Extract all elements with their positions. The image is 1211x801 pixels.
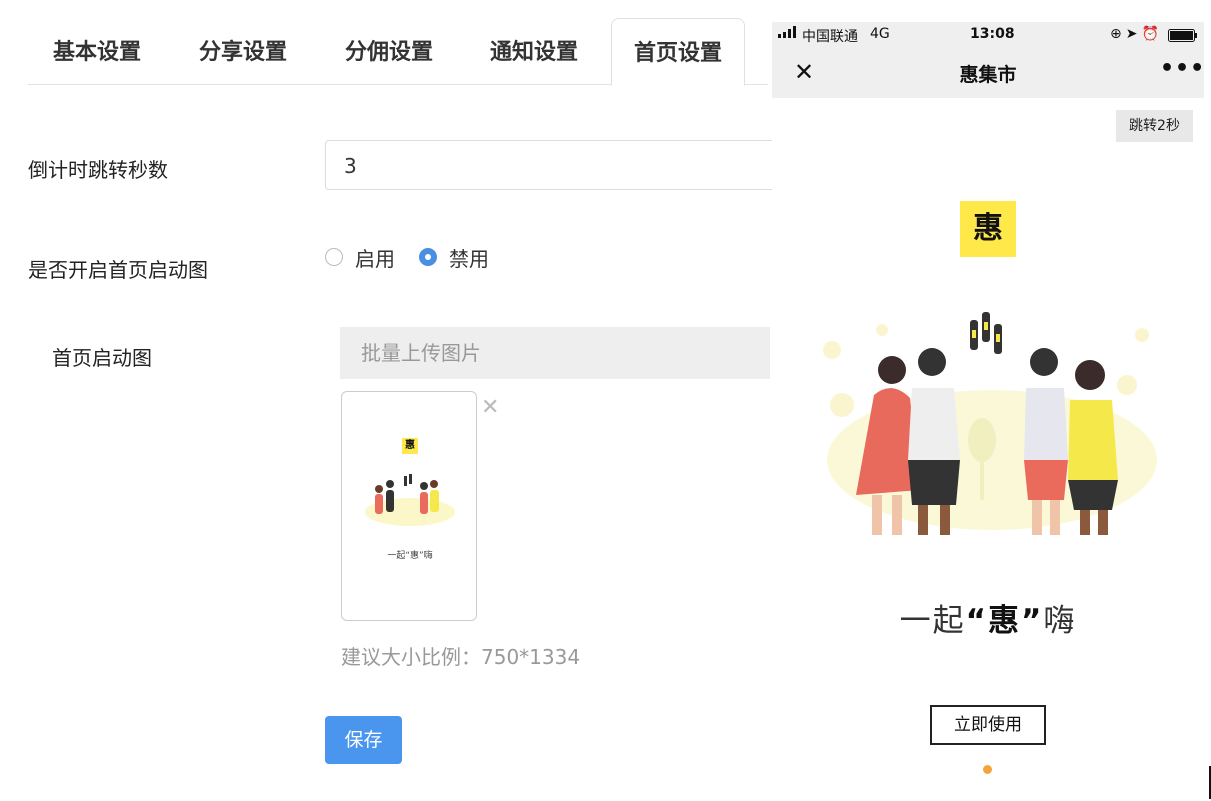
thumb-slogan: 一起“惠”嗨 <box>387 551 433 561</box>
radio-disable[interactable] <box>419 248 437 266</box>
status-icons: ⊕➤⏰ <box>1110 26 1163 42</box>
signal-icon <box>778 26 800 42</box>
tab-notify[interactable]: 通知设置 <box>490 18 578 84</box>
cheers-illustration <box>823 312 1157 535</box>
more-icon[interactable]: ••• <box>1160 56 1204 81</box>
countdown-input[interactable]: 3 <box>325 140 785 190</box>
image-label: 首页启动图 <box>52 346 152 370</box>
skip-countdown-button[interactable]: 跳转2秒 <box>1116 110 1193 142</box>
tab-homepage[interactable]: 首页设置 <box>611 18 746 86</box>
radio-disable-label[interactable]: 禁用 <box>449 243 489 272</box>
uploaded-image-thumbnail: 惠 一起“惠”嗨 <box>341 391 477 621</box>
clock-text: 13:08 <box>970 26 1015 42</box>
slogan-post: 嗨 <box>1043 603 1077 639</box>
radio-enable-label[interactable]: 启用 <box>355 243 395 272</box>
settings-tabs: 基本设置 分享设置 分佣设置 通知设置 首页设置 <box>28 18 768 86</box>
carrier-text: 中国联通 <box>802 29 858 45</box>
enable-label: 是否开启首页启动图 <box>28 258 208 282</box>
phone-preview: 中国联通 4G 13:08 ⊕➤⏰ ✕ 惠集市 ••• 跳转2秒 惠 一起“惠”… <box>772 22 1204 801</box>
slogan-pre: 一起 <box>899 603 966 639</box>
slogan: 一起“惠”嗨 <box>772 595 1204 640</box>
enable-radio-group: 启用 禁用 <box>325 242 513 272</box>
countdown-label: 倒计时跳转秒数 <box>28 158 168 182</box>
network-text: 4G <box>870 26 890 42</box>
thumb-illustration <box>365 474 455 526</box>
size-hint: 建议大小比例：750*1334 <box>341 645 581 669</box>
page-indicator-dot <box>983 765 992 774</box>
battery-icon <box>1168 29 1198 46</box>
tab-share[interactable]: 分享设置 <box>199 18 287 84</box>
thumb-logo: 惠 <box>402 438 418 454</box>
batch-upload-button[interactable]: 批量上传图片 <box>340 327 770 379</box>
tab-commission[interactable]: 分佣设置 <box>345 18 433 84</box>
brand-logo: 惠 <box>960 201 1016 257</box>
radio-enable[interactable] <box>325 248 343 266</box>
tab-basic[interactable]: 基本设置 <box>53 18 141 84</box>
save-button[interactable]: 保存 <box>325 716 402 764</box>
phone-header: 中国联通 4G 13:08 ⊕➤⏰ ✕ 惠集市 ••• <box>772 22 1204 98</box>
remove-image-icon[interactable]: ✕ <box>481 397 499 419</box>
slogan-highlight: “惠” <box>965 603 1044 639</box>
miniapp-title: 惠集市 <box>959 64 1017 86</box>
use-now-button[interactable]: 立即使用 <box>930 705 1046 745</box>
